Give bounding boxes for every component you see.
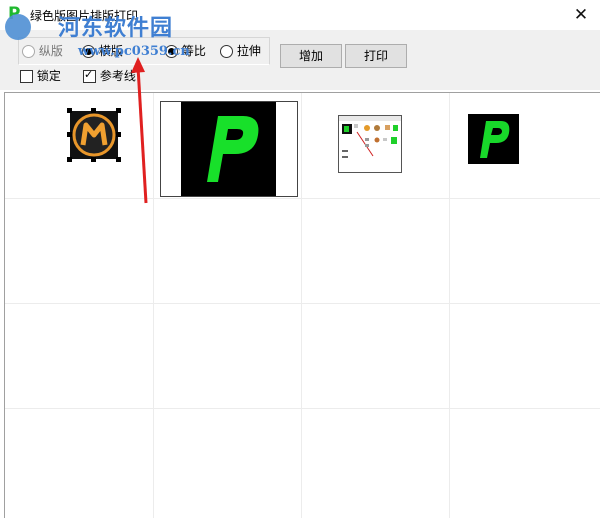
radio-stretch-indicator <box>220 45 233 58</box>
radio-portrait-label: 纵版 <box>38 44 63 58</box>
image-item-1[interactable] <box>66 107 122 163</box>
radio-stretch-label: 拉伸 <box>236 44 261 58</box>
add-button[interactable]: 增加 <box>280 44 342 68</box>
grid-row-divider <box>5 303 600 304</box>
image-item-3[interactable] <box>338 115 402 173</box>
watermark-logo-icon <box>5 14 31 40</box>
close-button[interactable]: ✕ <box>566 2 596 28</box>
green-p-icon <box>480 121 510 158</box>
grid-row-divider <box>5 408 600 409</box>
image-item-2[interactable] <box>160 101 298 197</box>
grid-column-divider <box>301 93 302 518</box>
image-item-4[interactable] <box>468 114 519 164</box>
lock-checkbox-box <box>20 70 33 83</box>
annotation-arrow-icon <box>131 57 148 204</box>
guides-checkbox[interactable]: 参考线 <box>83 67 136 84</box>
radio-portrait[interactable]: 纵版 <box>22 42 63 59</box>
print-button[interactable]: 打印 <box>345 44 407 68</box>
grid-column-divider <box>449 93 450 518</box>
maya-logo-icon <box>67 108 121 162</box>
radio-stretch[interactable]: 拉伸 <box>220 42 261 59</box>
guides-checkbox-box <box>83 68 96 83</box>
screenshot-thumbnail <box>339 116 401 158</box>
lock-checkbox[interactable]: 锁定 <box>20 67 61 84</box>
lock-checkbox-label: 锁定 <box>36 69 61 83</box>
layout-canvas[interactable] <box>4 92 600 518</box>
green-p-icon <box>181 102 276 196</box>
grid-row-divider <box>5 198 600 199</box>
radio-portrait-indicator <box>22 45 35 58</box>
watermark-text: 河东软件园 <box>58 15 174 41</box>
